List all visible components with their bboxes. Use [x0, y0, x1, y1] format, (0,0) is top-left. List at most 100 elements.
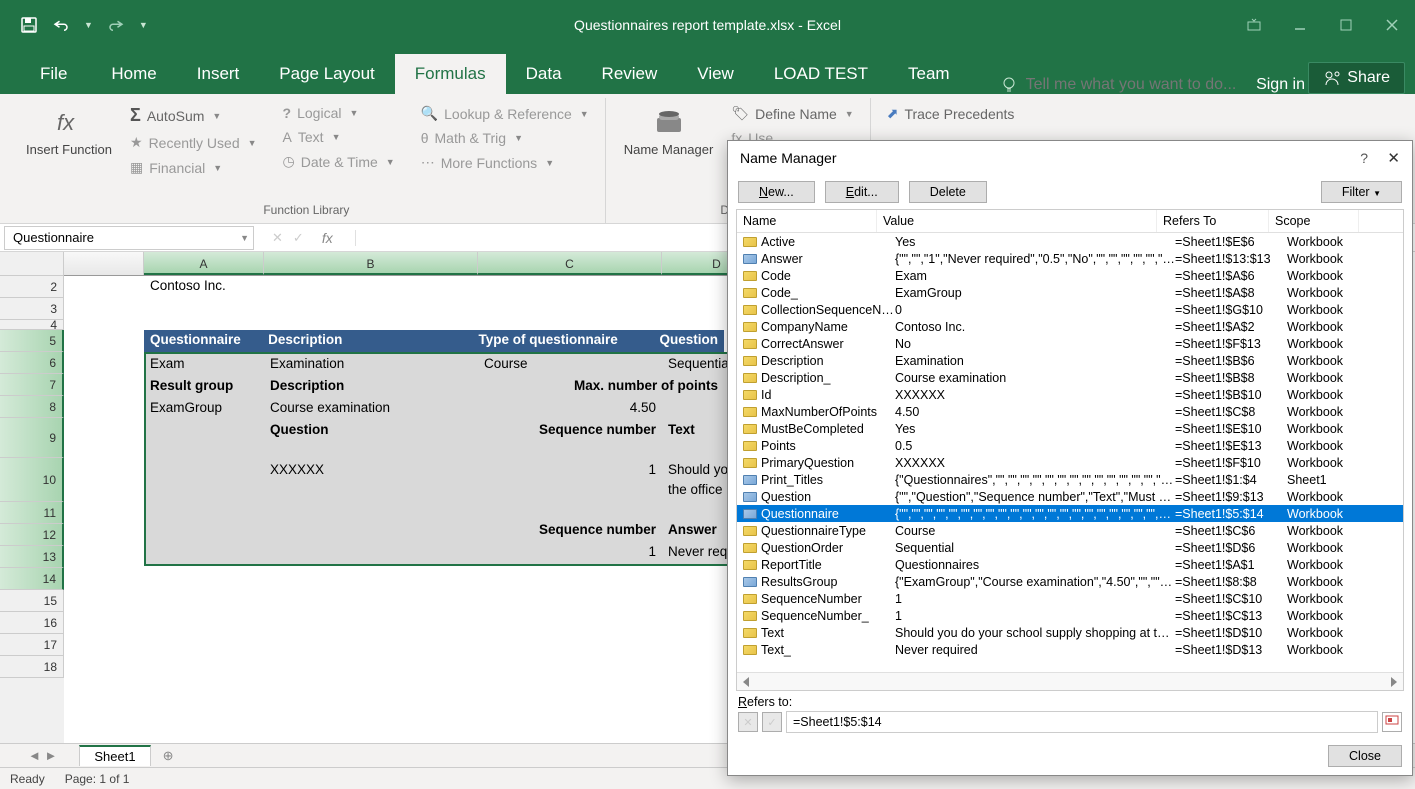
list-row[interactable]: Points0.5=Sheet1!$E$13Workbook	[737, 437, 1403, 454]
tab-loadtest[interactable]: LOAD TEST	[754, 54, 888, 94]
edit-button[interactable]: Edit...	[825, 181, 899, 203]
row-header-4[interactable]: 4	[0, 320, 64, 330]
row-header-6[interactable]: 6	[0, 352, 64, 374]
recently-used-button[interactable]: ★Recently Used▼	[124, 131, 263, 154]
text-button[interactable]: AText▼	[277, 126, 401, 148]
list-row[interactable]: CodeExam=Sheet1!$A$6Workbook	[737, 267, 1403, 284]
row-header-3[interactable]: 3	[0, 298, 64, 320]
list-row[interactable]: CollectionSequenceNu...0=Sheet1!$G$10Wor…	[737, 301, 1403, 318]
col-header-name[interactable]: Name	[737, 210, 877, 232]
more-functions-button[interactable]: ⋯More Functions▼	[415, 151, 595, 174]
tell-me[interactable]	[1000, 76, 1286, 94]
list-row[interactable]: Question{"","Question","Sequence number"…	[737, 488, 1403, 505]
undo-dropdown-icon[interactable]: ▼	[84, 20, 93, 30]
row-header-11[interactable]: 11	[0, 502, 64, 524]
row-header-17[interactable]: 17	[0, 634, 64, 656]
ribbon-display-icon[interactable]	[1231, 10, 1277, 40]
col-header-scope[interactable]: Scope	[1269, 210, 1359, 232]
horizontal-scrollbar[interactable]	[737, 672, 1403, 690]
tab-data[interactable]: Data	[506, 54, 582, 94]
sheet-nav[interactable]: ◄ ►	[28, 748, 73, 763]
list-row[interactable]: SequenceNumber1=Sheet1!$C$10Workbook	[737, 590, 1403, 607]
list-row[interactable]: QuestionOrderSequential=Sheet1!$D$6Workb…	[737, 539, 1403, 556]
list-row[interactable]: DescriptionExamination=Sheet1!$B$6Workbo…	[737, 352, 1403, 369]
financial-button[interactable]: ▦Financial▼	[124, 156, 263, 179]
list-row[interactable]: TextShould you do your school supply sho…	[737, 624, 1403, 641]
col-header-value[interactable]: Value	[877, 210, 1157, 232]
close-button[interactable]: Close	[1328, 745, 1402, 767]
date-time-button[interactable]: ◷Date & Time▼	[277, 150, 401, 173]
lookup-ref-button[interactable]: 🔍Lookup & Reference▼	[415, 102, 595, 125]
list-row[interactable]: Print_Titles{"Questionnaires","","","","…	[737, 471, 1403, 488]
list-row[interactable]: PrimaryQuestionXXXXXX=Sheet1!$F$10Workbo…	[737, 454, 1403, 471]
list-row[interactable]: ReportTitleQuestionnaires=Sheet1!$A$1Wor…	[737, 556, 1403, 573]
trace-precedents-button[interactable]: ⬈Trace Precedents	[881, 102, 1021, 125]
range-picker-icon[interactable]	[1382, 712, 1402, 732]
accept-icon[interactable]: ✓	[293, 230, 304, 246]
list-row[interactable]: ResultsGroup{"ExamGroup","Course examina…	[737, 573, 1403, 590]
list-row[interactable]: MustBeCompletedYes=Sheet1!$E$10Workbook	[737, 420, 1403, 437]
row-header-14[interactable]: 14	[0, 568, 64, 590]
tab-file[interactable]: File	[20, 54, 91, 94]
list-row[interactable]: CorrectAnswerNo=Sheet1!$F$13Workbook	[737, 335, 1403, 352]
list-row[interactable]: Description_Course examination=Sheet1!$B…	[737, 369, 1403, 386]
tab-view[interactable]: View	[677, 54, 754, 94]
row-header-5[interactable]: 5	[0, 330, 64, 352]
col-header-refers[interactable]: Refers To	[1157, 210, 1269, 232]
tab-page-layout[interactable]: Page Layout	[259, 54, 394, 94]
row-header-16[interactable]: 16	[0, 612, 64, 634]
list-body[interactable]: ActiveYes=Sheet1!$E$6WorkbookAnswer{"","…	[737, 233, 1403, 672]
name-box-dropdown-icon[interactable]: ▼	[240, 233, 249, 243]
list-row[interactable]: Questionnaire{"","","","","","","","",""…	[737, 505, 1403, 522]
sheet-tab-sheet1[interactable]: Sheet1	[79, 745, 150, 766]
col-header-a[interactable]: A	[144, 252, 264, 275]
list-row[interactable]: SequenceNumber_1=Sheet1!$C$13Workbook	[737, 607, 1403, 624]
select-all-corner[interactable]	[0, 252, 64, 276]
delete-button[interactable]: Delete	[909, 181, 987, 203]
save-icon[interactable]	[20, 16, 38, 34]
new-sheet-button[interactable]: ⊕	[157, 748, 180, 764]
logical-button[interactable]: ?Logical▼	[277, 102, 401, 124]
list-header[interactable]: Name Value Refers To Scope	[737, 210, 1403, 233]
row-header-2[interactable]: 2	[0, 276, 64, 298]
filter-button[interactable]: Filter ▼	[1321, 181, 1402, 203]
tab-team[interactable]: Team	[888, 54, 970, 94]
row-header-7[interactable]: 7	[0, 374, 64, 396]
col-header-b[interactable]: B	[264, 252, 478, 275]
tab-insert[interactable]: Insert	[177, 54, 260, 94]
row-header-9[interactable]: 9	[0, 418, 64, 458]
new-button[interactable]: NNew...ew...	[738, 181, 815, 203]
dialog-titlebar[interactable]: Name Manager ? ✕	[728, 141, 1412, 175]
close-icon[interactable]	[1369, 10, 1415, 40]
maximize-icon[interactable]	[1323, 10, 1369, 40]
refers-to-input[interactable]	[786, 711, 1378, 733]
define-name-button[interactable]: 🏷Define Name▼	[725, 102, 859, 125]
row-header-10[interactable]: 10	[0, 458, 64, 502]
col-header-c[interactable]: C	[478, 252, 662, 275]
autosum-button[interactable]: ΣAutoSum▼	[124, 102, 263, 129]
list-row[interactable]: MaxNumberOfPoints4.50=Sheet1!$C$8Workboo…	[737, 403, 1403, 420]
row-header-15[interactable]: 15	[0, 590, 64, 612]
dialog-close-icon[interactable]: ✕	[1387, 149, 1400, 167]
tab-review[interactable]: Review	[582, 54, 678, 94]
name-manager-button[interactable]: Name Manager	[616, 102, 722, 201]
fx-label-icon[interactable]: fx	[314, 230, 341, 246]
list-row[interactable]: CompanyNameContoso Inc.=Sheet1!$A$2Workb…	[737, 318, 1403, 335]
undo-icon[interactable]	[52, 16, 70, 34]
row-header-8[interactable]: 8	[0, 396, 64, 418]
name-box[interactable]: Questionnaire ▼	[4, 226, 254, 250]
list-row[interactable]: Answer{"","","1","Never required","0.5",…	[737, 250, 1403, 267]
row-header-12[interactable]: 12	[0, 524, 64, 546]
math-trig-button[interactable]: θMath & Trig▼	[415, 127, 595, 149]
list-row[interactable]: Code_ExamGroup=Sheet1!$A$8Workbook	[737, 284, 1403, 301]
tab-home[interactable]: Home	[91, 54, 176, 94]
row-header-13[interactable]: 13	[0, 546, 64, 568]
list-row[interactable]: ActiveYes=Sheet1!$E$6Workbook	[737, 233, 1403, 250]
share-button[interactable]: Share	[1308, 62, 1405, 94]
insert-function-button[interactable]: fx Insert Function	[18, 102, 120, 201]
qat-customize-icon[interactable]: ▼	[139, 20, 148, 30]
row-header-18[interactable]: 18	[0, 656, 64, 678]
dialog-help-icon[interactable]: ?	[1360, 150, 1368, 166]
minimize-icon[interactable]	[1277, 10, 1323, 40]
cancel-icon[interactable]: ✕	[272, 230, 283, 246]
